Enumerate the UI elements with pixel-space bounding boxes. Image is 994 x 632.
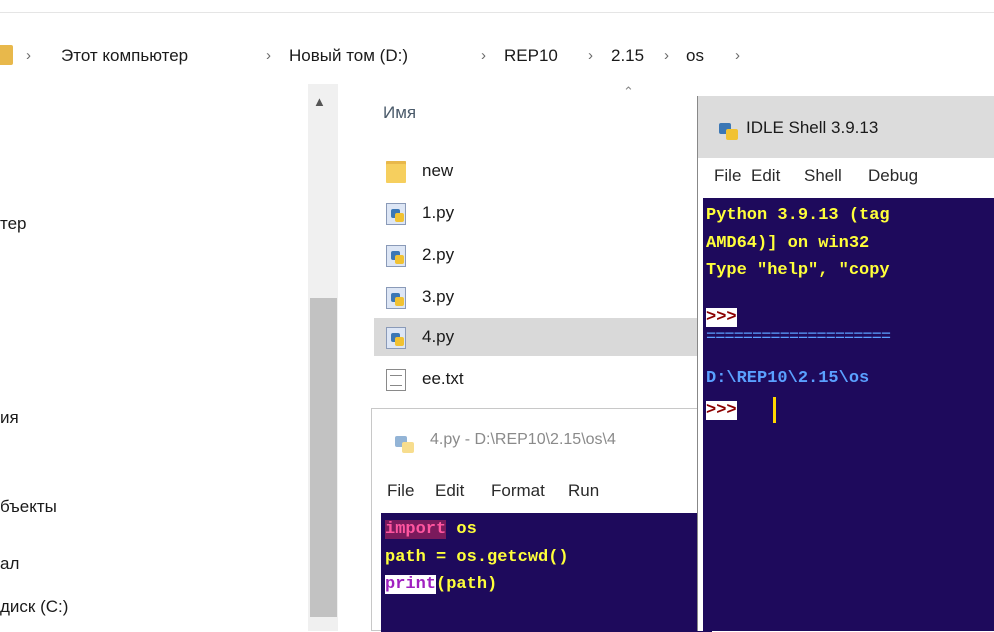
nav-item-desktop[interactable]: ал: [0, 554, 19, 574]
nav-item-this-pc[interactable]: тер: [0, 214, 27, 234]
chevron-right-icon[interactable]: ›: [266, 46, 271, 66]
breadcrumb-os[interactable]: os: [686, 46, 704, 66]
editor-code-area[interactable]: import os path = os.getcwd() print(path): [381, 513, 712, 632]
prompt-marker: >>>: [706, 401, 737, 420]
file-row-new[interactable]: new: [374, 154, 704, 188]
shell-menu-bar: File Edit Shell Debug: [698, 158, 994, 198]
python-idle-icon: [718, 120, 740, 140]
editor-window-title: 4.py - D:\REP10\2.15\os\4: [430, 431, 616, 448]
python-file-icon: [386, 245, 406, 267]
code-line-3: print(path): [385, 575, 497, 595]
chevron-right-icon[interactable]: ›: [481, 46, 486, 66]
shell-menu-file[interactable]: File: [714, 166, 741, 186]
column-header-name[interactable]: Имя: [383, 103, 416, 123]
shell-menu-debug[interactable]: Debug: [868, 166, 918, 186]
code-line-1: import os: [385, 520, 477, 540]
editor-menu-format[interactable]: Format: [491, 481, 545, 501]
file-row-3-py[interactable]: 3.py: [374, 280, 704, 314]
editor-menu-run[interactable]: Run: [568, 481, 599, 501]
python-file-icon: [386, 287, 406, 309]
idle-shell-window[interactable]: IDLE Shell 3.9.13 File Edit Shell Debug …: [697, 96, 994, 631]
python-file-icon: [386, 203, 406, 225]
nav-item-local-disk-c[interactable]: диск (C:): [0, 597, 68, 617]
file-name: ee.txt: [422, 369, 464, 388]
idle-editor-window[interactable]: 4.py - D:\REP10\2.15\os\4 File Edit Form…: [371, 408, 712, 632]
breadcrumb-drive-d[interactable]: Новый том (D:): [289, 46, 408, 66]
file-row-2-py[interactable]: 2.py: [374, 238, 704, 272]
nav-item-partial[interactable]: ия: [0, 408, 19, 428]
shell-prompt-2: >>>: [706, 401, 737, 421]
shell-line-banner-2: AMD64)] on win32: [706, 234, 870, 253]
shell-restart-line: ====================: [706, 328, 891, 347]
file-row-ee-txt[interactable]: ee.txt: [374, 362, 704, 396]
breadcrumb-rep10[interactable]: REP10: [504, 46, 558, 66]
sort-ascending-icon: ⌃: [623, 84, 634, 99]
editor-menu-edit[interactable]: Edit: [435, 481, 464, 501]
code-text: os: [446, 520, 477, 539]
file-name: 3.py: [422, 287, 455, 306]
navigation-pane: тер ия бъекты ал диск (C:): [0, 84, 340, 631]
nav-item-3d-objects[interactable]: бъекты: [0, 497, 57, 517]
python-idle-icon: [394, 433, 416, 453]
shell-line-banner-1: Python 3.9.13 (tag: [706, 206, 890, 225]
shell-window-title: IDLE Shell 3.9.13: [746, 118, 879, 137]
scroll-up-arrow-icon[interactable]: ▲: [313, 94, 326, 109]
builtin-print: print: [385, 575, 437, 594]
file-row-1-py[interactable]: 1.py: [374, 196, 704, 230]
shell-menu-shell[interactable]: Shell: [804, 166, 842, 186]
address-bar[interactable]: › Этот компьютер › Новый том (D:) › REP1…: [0, 12, 994, 82]
file-name: new: [422, 161, 454, 180]
python-file-icon: [386, 327, 406, 349]
chevron-right-icon[interactable]: ›: [735, 46, 740, 66]
shell-menu-edit[interactable]: Edit: [751, 166, 780, 186]
folder-icon: [386, 161, 406, 183]
shell-output-area[interactable]: Python 3.9.13 (tag AMD64)] on win32 Type…: [703, 198, 994, 631]
prompt-marker: >>>: [706, 308, 737, 327]
shell-line-banner-3: Type "help", "copy: [706, 261, 890, 280]
code-line-2: path = os.getcwd(): [385, 548, 569, 567]
text-cursor: [773, 397, 776, 423]
shell-output-path: D:\REP10\2.15\os: [706, 369, 870, 388]
chevron-right-icon[interactable]: ›: [26, 46, 31, 66]
file-name: 2.py: [422, 245, 455, 264]
keyword-import: import: [385, 520, 447, 539]
shell-prompt-1: >>>: [706, 308, 737, 328]
editor-menu-file[interactable]: File: [387, 481, 414, 501]
address-bar-top-border: [0, 12, 994, 13]
file-name: 4.py: [422, 327, 455, 346]
file-row-4-py[interactable]: 4.py: [374, 318, 704, 356]
breadcrumb-2-15[interactable]: 2.15: [611, 46, 644, 66]
chevron-right-icon[interactable]: ›: [588, 46, 593, 66]
chevron-right-icon[interactable]: ›: [664, 46, 669, 66]
shell-title-bar[interactable]: IDLE Shell 3.9.13: [698, 96, 994, 158]
breadcrumb-this-pc[interactable]: Этот компьютер: [61, 46, 188, 66]
code-text: (path): [436, 575, 498, 594]
text-file-icon: [386, 369, 406, 391]
folder-icon: [0, 45, 13, 65]
file-name: 1.py: [422, 203, 455, 222]
nav-scrollbar-thumb[interactable]: [310, 298, 337, 617]
